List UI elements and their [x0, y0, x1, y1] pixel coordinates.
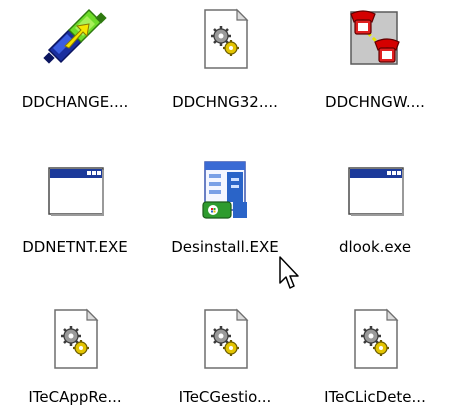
mouse-pointer-icon — [279, 256, 303, 292]
file-item-itecappre[interactable]: ITeCAppRe... — [0, 300, 150, 410]
config-file-gear-icon — [193, 6, 257, 70]
window-application-icon — [343, 160, 407, 224]
file-label: DDCHNG32.... — [172, 93, 278, 111]
file-label: ITeCLicDete... — [324, 388, 426, 406]
file-item-iteclicdete[interactable]: ITeCLicDete... — [300, 300, 450, 410]
file-item-dlook[interactable]: dlook.exe — [300, 150, 450, 265]
file-label: DDNETNT.EXE — [22, 238, 128, 256]
file-item-ddchange[interactable]: DDCHANGE.... — [0, 0, 150, 115]
file-item-itecgestio[interactable]: ITeCGestio... — [150, 300, 300, 410]
file-label: DDCHNGW.... — [325, 93, 425, 111]
file-label: ITeCGestio... — [178, 388, 272, 406]
file-item-desinstall[interactable]: Desinstall.EXE — [150, 150, 300, 265]
file-item-ddchngw[interactable]: DDCHNGW.... — [300, 0, 450, 115]
file-label: ITeCAppRe... — [28, 388, 122, 406]
start-menu-installer-icon — [193, 158, 257, 222]
window-application-icon — [43, 160, 107, 224]
file-label: Desinstall.EXE — [171, 238, 279, 256]
file-item-ddnetnt[interactable]: DDNETNT.EXE — [0, 150, 150, 265]
cable-swap-icon — [43, 6, 107, 70]
file-label: dlook.exe — [338, 238, 412, 256]
config-file-gear-icon — [43, 306, 107, 370]
file-item-ddchng32[interactable]: DDCHNG32.... — [150, 0, 300, 115]
config-file-gear-icon — [343, 306, 407, 370]
config-file-gear-icon — [193, 306, 257, 370]
file-label: DDCHANGE.... — [21, 93, 129, 111]
telephone-network-icon — [343, 6, 407, 70]
